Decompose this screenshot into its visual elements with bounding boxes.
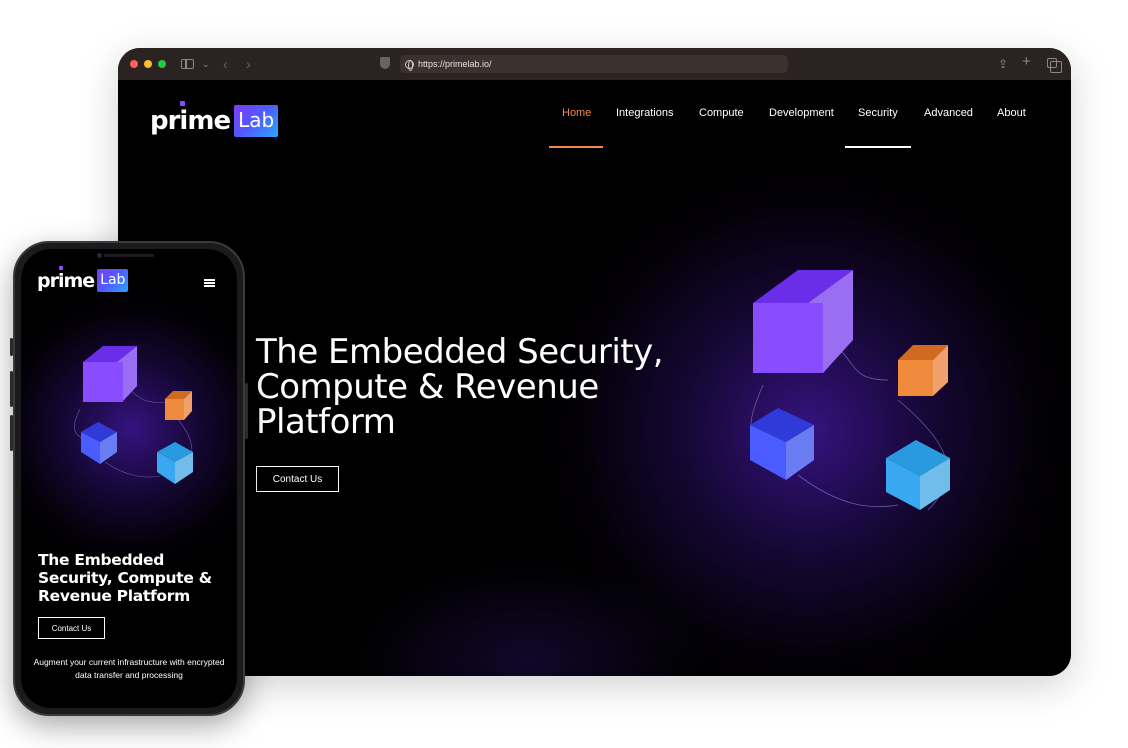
nav-item-security[interactable]: Security xyxy=(858,107,898,119)
nav-hover-underline xyxy=(845,146,911,148)
logo-lab-badge: Lab xyxy=(97,269,129,292)
phone-camera xyxy=(97,253,102,258)
phone-power-button xyxy=(245,383,248,439)
mobile-hero-title: The Embedded Security, Compute & Revenue… xyxy=(38,551,228,605)
logo-dot-icon xyxy=(59,266,63,270)
nav-item-compute[interactable]: Compute xyxy=(699,107,744,119)
main-navigation: Home Integrations Compute Development Se… xyxy=(118,80,1071,148)
forward-arrow-icon[interactable]: › xyxy=(246,56,251,72)
address-bar-url: https://primelab.io/ xyxy=(418,59,492,69)
desktop-browser-window: ⌄ ‹ › https://primelab.io/ ⇪ + prime Lab… xyxy=(118,48,1071,676)
orange-cube-icon xyxy=(165,391,192,420)
mobile-hero-title-line: Revenue Platform xyxy=(38,587,190,605)
share-icon[interactable]: ⇪ xyxy=(998,56,1008,72)
hero-title-line: Compute & Revenue xyxy=(256,367,599,407)
globe-icon xyxy=(405,59,414,71)
mobile-cubes-illustration xyxy=(74,346,193,484)
orange-cube-icon xyxy=(898,345,948,396)
mobile-primelab-logo[interactable]: prime Lab xyxy=(37,266,129,292)
blue-cube-icon xyxy=(750,408,814,480)
nav-item-home[interactable]: Home xyxy=(562,107,591,119)
connector-line xyxy=(797,474,899,508)
tab-overview-icon[interactable] xyxy=(1047,58,1062,73)
contact-us-button[interactable]: Contact Us xyxy=(256,466,339,492)
phone-volume-down-button xyxy=(10,415,13,451)
hero-title: The Embedded Security, Compute & Revenue… xyxy=(256,335,676,440)
window-controls xyxy=(130,60,166,68)
mobile-contact-us-button[interactable]: Contact Us xyxy=(38,617,105,639)
hero-cubes-illustration xyxy=(750,270,950,511)
purple-cube-icon xyxy=(83,346,137,402)
privacy-shield-icon[interactable] xyxy=(380,57,390,69)
hero-title-line: Platform xyxy=(256,402,396,442)
address-bar[interactable]: https://primelab.io/ xyxy=(400,55,788,73)
mobile-hero-title-line: Security, Compute & xyxy=(38,569,212,587)
sidebar-toggle-icon[interactable] xyxy=(181,59,194,69)
hamburger-menu-icon[interactable] xyxy=(204,279,215,287)
mobile-hero-subtitle: Augment your current infrastructure with… xyxy=(33,657,225,680)
minimize-window-button[interactable] xyxy=(144,60,152,68)
cyan-cube-icon xyxy=(157,442,193,484)
chevron-down-icon[interactable]: ⌄ xyxy=(202,56,210,72)
new-tab-icon[interactable]: + xyxy=(1022,54,1031,70)
blue-cube-icon xyxy=(81,422,117,464)
browser-titlebar: ⌄ ‹ › https://primelab.io/ ⇪ + xyxy=(118,48,1071,80)
mobile-phone-frame: prime Lab The Embedded Security, Compute… xyxy=(10,241,248,716)
nav-item-development[interactable]: Development xyxy=(769,107,834,119)
nav-active-underline xyxy=(549,146,603,148)
phone-volume-up-button xyxy=(10,371,13,407)
hero-title-line: The Embedded Security, xyxy=(256,332,664,372)
close-window-button[interactable] xyxy=(130,60,138,68)
phone-speaker xyxy=(104,254,154,257)
maximize-window-button[interactable] xyxy=(158,60,166,68)
logo-prime-text: prime xyxy=(37,269,95,292)
mobile-hero-title-line: The Embedded xyxy=(38,551,165,569)
website-page: prime Lab Home Integrations Compute Deve… xyxy=(118,80,1071,676)
connector-line xyxy=(104,461,161,478)
nav-item-advanced[interactable]: Advanced xyxy=(924,107,973,119)
nav-item-integrations[interactable]: Integrations xyxy=(616,107,673,119)
nav-item-about[interactable]: About xyxy=(997,107,1026,119)
mobile-website-screen: prime Lab The Embedded Security, Compute… xyxy=(21,249,237,708)
cyan-cube-icon xyxy=(886,440,950,510)
phone-mute-switch xyxy=(10,338,13,356)
purple-cube-icon xyxy=(753,270,853,373)
back-arrow-icon[interactable]: ‹ xyxy=(223,56,228,72)
